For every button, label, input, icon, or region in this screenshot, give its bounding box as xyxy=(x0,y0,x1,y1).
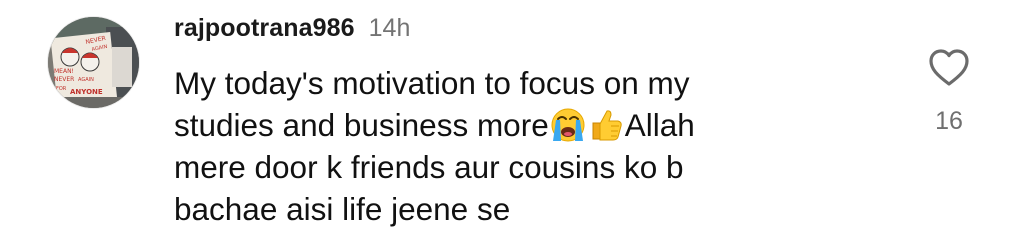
comment-text: My today's motivation to focus on my stu… xyxy=(174,62,874,230)
svg-text:NEVER: NEVER xyxy=(54,76,74,83)
comment-line-text: Allah xyxy=(624,107,695,143)
loudly-crying-face-emoji-icon xyxy=(549,105,587,143)
username-link[interactable]: rajpootrana986 xyxy=(174,14,355,43)
like-section: 16 xyxy=(922,46,976,146)
heart-icon[interactable] xyxy=(927,46,971,90)
comment-line-text: studies and business more xyxy=(174,107,549,143)
comment-timestamp: 14h xyxy=(368,14,411,42)
thumbs-up-emoji-icon xyxy=(587,105,625,143)
comment-header: rajpootrana986 14h xyxy=(174,14,410,48)
comment-item: NEVER AGAIN MEAN! NEVER AGAIN FOR ANYONE… xyxy=(0,0,1024,243)
comment-line: bachae aisi life jeene se xyxy=(174,191,511,227)
svg-text:AGAIN: AGAIN xyxy=(78,77,94,83)
svg-text:ANYONE: ANYONE xyxy=(70,88,103,96)
comment-line: mere door k friends aur cousins ko b xyxy=(174,149,684,185)
user-avatar[interactable]: NEVER AGAIN MEAN! NEVER AGAIN FOR ANYONE xyxy=(48,17,139,108)
comment-line: studies and business more Allah xyxy=(174,104,874,146)
avatar-image: NEVER AGAIN MEAN! NEVER AGAIN FOR ANYONE xyxy=(48,17,139,108)
like-count: 16 xyxy=(935,107,963,135)
svg-text:FOR: FOR xyxy=(56,86,67,92)
svg-text:MEAN!: MEAN! xyxy=(54,68,74,75)
comment-line: My today's motivation to focus on my xyxy=(174,65,690,101)
